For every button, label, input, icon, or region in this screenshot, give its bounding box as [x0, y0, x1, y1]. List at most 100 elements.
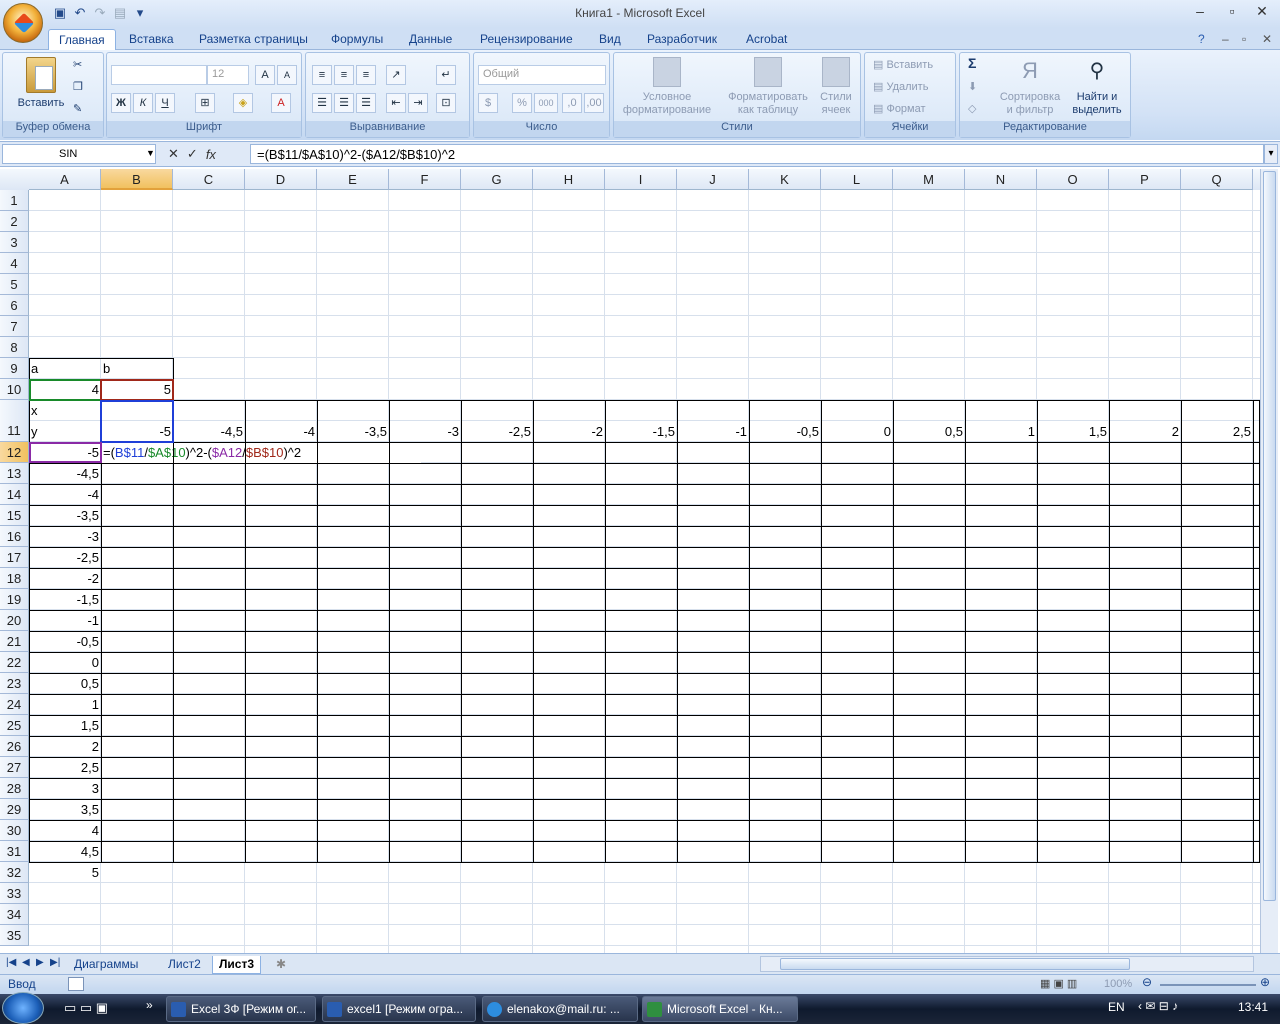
- cell-a10[interactable]: 4: [29, 379, 101, 400]
- minimize-button[interactable]: –: [1186, 3, 1214, 21]
- start-button[interactable]: [2, 992, 44, 1024]
- y-value-cell[interactable]: 0,5: [29, 673, 101, 694]
- row-header-14[interactable]: 14: [0, 484, 29, 505]
- cancel-icon[interactable]: ✕: [168, 146, 179, 162]
- y-value-cell[interactable]: 3,5: [29, 799, 101, 820]
- copy-icon[interactable]: ❐: [73, 81, 83, 94]
- horizontal-scroll-thumb[interactable]: [780, 958, 1130, 970]
- row-header-8[interactable]: 8: [0, 337, 29, 358]
- cell-styles-button[interactable]: Стили ячеек: [814, 57, 858, 117]
- underline-button[interactable]: Ч: [155, 93, 175, 113]
- office-button[interactable]: [3, 3, 43, 43]
- grow-font-icon[interactable]: A: [255, 65, 275, 85]
- zoom-slider[interactable]: [1160, 984, 1256, 986]
- cell-a9[interactable]: a: [29, 358, 101, 379]
- column-header-g[interactable]: G: [461, 169, 533, 190]
- row-header-31[interactable]: 31: [0, 841, 29, 862]
- column-header-b[interactable]: B: [101, 169, 173, 190]
- taskbar-item-mail[interactable]: elenakox@mail.ru: ...: [482, 996, 638, 1022]
- column-header-q[interactable]: Q: [1181, 169, 1253, 190]
- insert-sheet-icon[interactable]: ✱: [270, 956, 292, 974]
- row-header-22[interactable]: 22: [0, 652, 29, 673]
- row-header-27[interactable]: 27: [0, 757, 29, 778]
- x-value-cell[interactable]: -4,5: [173, 421, 245, 442]
- y-value-cell[interactable]: 4: [29, 820, 101, 841]
- thousands-button[interactable]: 000: [534, 93, 558, 113]
- tab-view[interactable]: Вид: [599, 32, 621, 46]
- align-right-icon[interactable]: ☰: [356, 93, 376, 113]
- row-header-32[interactable]: 32: [0, 862, 29, 883]
- row-header-20[interactable]: 20: [0, 610, 29, 631]
- maximize-button[interactable]: ▫: [1218, 3, 1246, 21]
- fill-color-icon[interactable]: ◈: [233, 93, 253, 113]
- borders-icon[interactable]: ⊞: [195, 93, 215, 113]
- x-value-cell[interactable]: 1: [965, 421, 1037, 442]
- shrink-font-icon[interactable]: A: [277, 65, 297, 85]
- percent-button[interactable]: %: [512, 93, 532, 113]
- orientation-icon[interactable]: ↗: [386, 65, 406, 85]
- align-center-icon[interactable]: ☰: [334, 93, 354, 113]
- vertical-scroll-thumb[interactable]: [1263, 171, 1276, 901]
- language-indicator[interactable]: EN: [1108, 1000, 1125, 1014]
- delete-cells-button[interactable]: ▤ Удалить: [873, 81, 928, 94]
- align-left-icon[interactable]: ☰: [312, 93, 332, 113]
- tab-formulas[interactable]: Формулы: [331, 32, 383, 46]
- row-header-33[interactable]: 33: [0, 883, 29, 904]
- y-value-cell[interactable]: 3: [29, 778, 101, 799]
- insert-function-icon[interactable]: fx: [206, 147, 216, 162]
- x-value-cell[interactable]: 0,5: [893, 421, 965, 442]
- taskbar-item-excel3f[interactable]: Excel 3Ф [Режим ог...: [166, 996, 316, 1022]
- format-as-table-button[interactable]: Форматировать как таблицу: [722, 57, 814, 117]
- column-header-n[interactable]: N: [965, 169, 1037, 190]
- column-header-e[interactable]: E: [317, 169, 389, 190]
- y-value-cell[interactable]: -2,5: [29, 547, 101, 568]
- x-value-cell[interactable]: -1: [677, 421, 749, 442]
- close-button[interactable]: ✕: [1248, 3, 1276, 21]
- italic-button[interactable]: К: [133, 93, 153, 113]
- y-value-cell[interactable]: -4: [29, 484, 101, 505]
- doc-minimize-icon[interactable]: –: [1222, 32, 1229, 46]
- y-value-cell[interactable]: 1: [29, 694, 101, 715]
- merge-center-icon[interactable]: ⊡: [436, 93, 456, 113]
- row-header-17[interactable]: 17: [0, 547, 29, 568]
- conditional-formatting-button[interactable]: Условное форматирование: [618, 57, 716, 117]
- column-header-a[interactable]: A: [29, 169, 101, 190]
- first-sheet-icon[interactable]: |◀: [6, 957, 16, 968]
- sheet-tab-list2[interactable]: Лист2: [162, 956, 207, 974]
- column-header-l[interactable]: L: [821, 169, 893, 190]
- worksheet-grid[interactable]: a b 4 5 x y -5 -4,5 -4 -3,5 -3 -2,5 -2 -1,5 -1 -0…: [29, 190, 1260, 953]
- column-header-i[interactable]: I: [605, 169, 677, 190]
- x-value-cell[interactable]: -1,5: [605, 421, 677, 442]
- column-header-m[interactable]: M: [893, 169, 965, 190]
- x-value-cell[interactable]: 1,5: [1037, 421, 1109, 442]
- tab-review[interactable]: Рецензирование: [480, 32, 573, 46]
- taskbar-item-excel1[interactable]: excel1 [Режим огра...: [322, 996, 476, 1022]
- y-value-cell[interactable]: 0: [29, 652, 101, 673]
- row-header-35[interactable]: 35: [0, 925, 29, 946]
- cell-b9[interactable]: b: [101, 358, 173, 379]
- paste-button[interactable]: Вставить: [11, 57, 71, 110]
- row-header-11[interactable]: 11: [0, 400, 29, 442]
- increase-indent-icon[interactable]: ⇥: [408, 93, 428, 113]
- row-header-13[interactable]: 13: [0, 463, 29, 484]
- row-header-4[interactable]: 4: [0, 253, 29, 274]
- x-value-cell[interactable]: -0,5: [749, 421, 821, 442]
- font-name-combo[interactable]: [111, 65, 207, 85]
- vertical-scrollbar[interactable]: [1260, 169, 1278, 953]
- increase-decimal-icon[interactable]: ,0: [562, 93, 582, 113]
- row-header-15[interactable]: 15: [0, 505, 29, 526]
- sheet-tab-list3[interactable]: Лист3: [212, 956, 262, 974]
- sheet-tab-diagrams[interactable]: Диаграммы: [68, 956, 144, 974]
- y-value-cell[interactable]: 2,5: [29, 757, 101, 778]
- name-box[interactable]: SIN: [2, 144, 156, 164]
- clear-icon[interactable]: ◇: [968, 103, 976, 116]
- row-header-26[interactable]: 26: [0, 736, 29, 757]
- tab-insert[interactable]: Вставка: [129, 32, 174, 46]
- y-value-cell[interactable]: -3,5: [29, 505, 101, 526]
- name-box-dropdown-icon[interactable]: ▼: [146, 148, 155, 158]
- column-header-p[interactable]: P: [1109, 169, 1181, 190]
- x-value-cell[interactable]: -2,5: [461, 421, 533, 442]
- format-cells-button[interactable]: ▤ Формат: [873, 103, 926, 116]
- row-header-3[interactable]: 3: [0, 232, 29, 253]
- cell-b12-editing[interactable]: =(B$11/$A$10)^2-($A12/$B$10)^2: [101, 442, 421, 463]
